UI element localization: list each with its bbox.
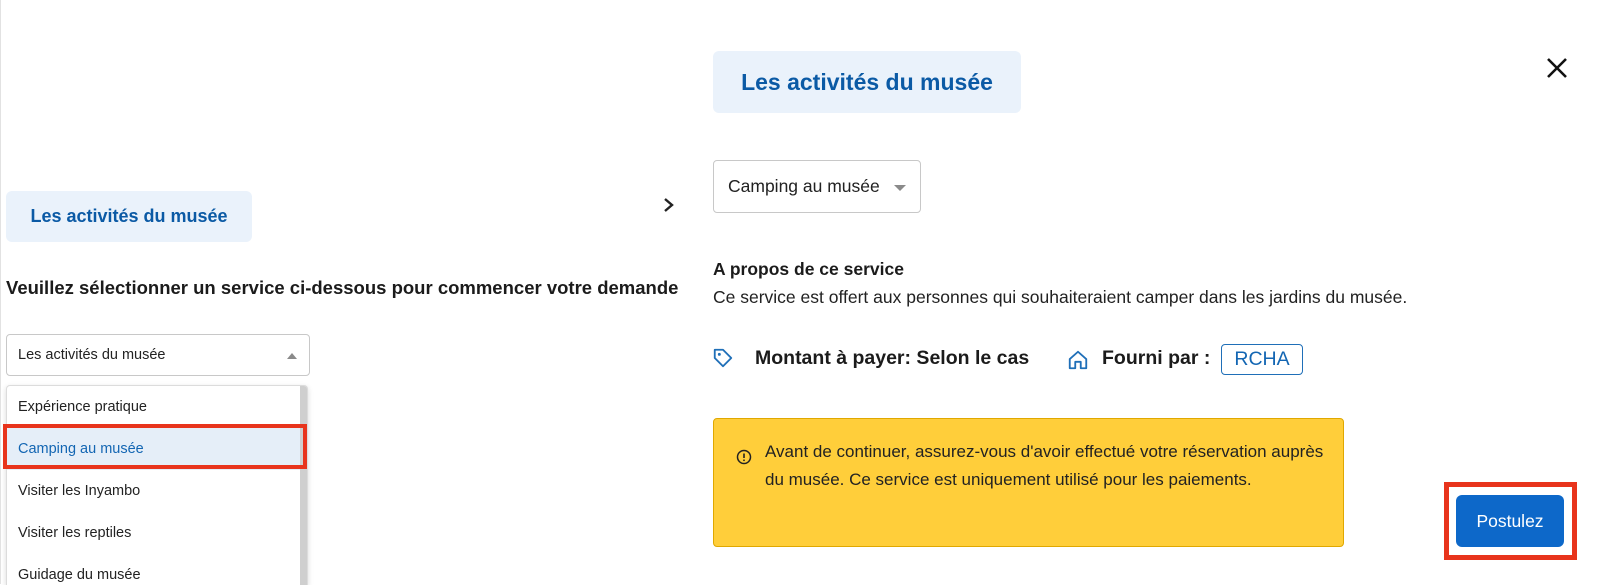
alert-text: Avant de continuer, assurez-vous d'avoir… (765, 442, 1324, 489)
caret-up-icon (287, 353, 297, 359)
apply-button[interactable]: Postulez (1456, 495, 1564, 547)
home-icon (1067, 349, 1089, 371)
panel-edge (0, 0, 1, 584)
chevron-right-icon[interactable] (662, 194, 676, 222)
category-select-value: Les activités du musée (18, 347, 166, 363)
dropdown-option[interactable]: Visiter les Inyambo (7, 470, 300, 512)
tag-icon (712, 347, 734, 369)
instruction-text: Veuillez sélectionner un service ci-dess… (6, 277, 679, 298)
price-text: Montant à payer: Selon le cas (755, 347, 1030, 369)
about-description: Ce service est offert aux personnes qui … (713, 287, 1408, 307)
dropdown-option[interactable]: Guidage du musée (7, 554, 300, 585)
provider-tag: RCHA (1221, 344, 1303, 375)
category-pill-left: Les activités du musée (6, 191, 252, 242)
about-title: A propos de ce service (713, 259, 904, 279)
warning-alert: Avant de continuer, assurez-vous d'avoir… (713, 418, 1344, 547)
dropdown-option[interactable]: Visiter les reptiles (7, 512, 300, 554)
info-circle-icon (736, 449, 752, 465)
service-select[interactable]: Camping au musée (713, 160, 921, 213)
caret-down-icon (894, 185, 906, 191)
dropdown-option[interactable]: Expérience pratique (7, 386, 300, 428)
dropdown-option-selected[interactable]: Camping au musée (7, 428, 300, 470)
category-pill-right: Les activités du musée (713, 51, 1021, 113)
provider-label: Fourni par : (1102, 347, 1211, 369)
dropdown-scrollbar[interactable] (300, 386, 307, 585)
service-dropdown-list: Expérience pratique Camping au musée Vis… (6, 385, 308, 585)
service-select-value: Camping au musée (728, 176, 880, 196)
category-select[interactable]: Les activités du musée (6, 334, 310, 376)
close-icon[interactable] (1545, 56, 1569, 80)
